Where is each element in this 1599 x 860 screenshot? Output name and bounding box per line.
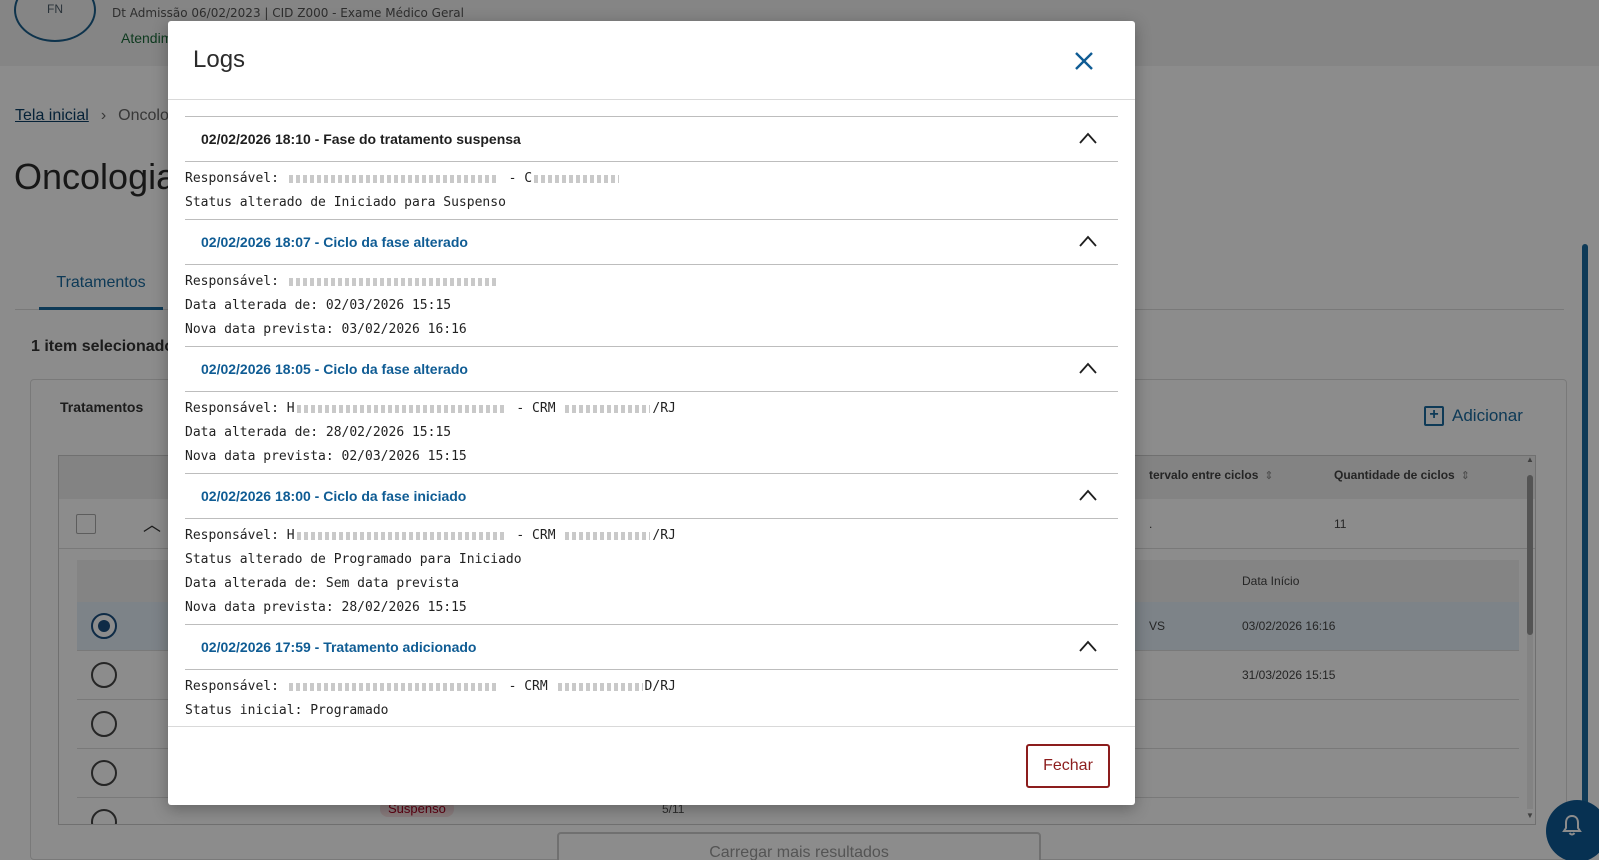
redacted-text bbox=[296, 531, 507, 540]
chevron-up-icon[interactable] bbox=[1078, 639, 1098, 653]
log-line: Status alterado de Iniciado para Suspens… bbox=[185, 195, 506, 210]
redacted-text bbox=[565, 404, 651, 413]
log-line: Status alterado de Programado para Inici… bbox=[185, 552, 522, 567]
dialog-body[interactable]: 02/02/2026 18:10 - Fase do tratamento su… bbox=[168, 101, 1135, 725]
log-entry-title: 02/02/2026 18:10 - Fase do tratamento su… bbox=[201, 131, 521, 147]
chevron-up-icon[interactable] bbox=[1078, 361, 1098, 375]
redacted-text bbox=[557, 682, 643, 691]
log-line: Data alterada de: 28/02/2026 15:15 bbox=[185, 425, 452, 440]
log-entry: 02/02/2026 17:59 - Tratamento adicionado… bbox=[185, 624, 1118, 725]
log-entry: 02/02/2026 18:05 - Ciclo da fase alterad… bbox=[185, 346, 1118, 473]
dialog-title: Logs bbox=[193, 46, 246, 73]
log-entry-title: 02/02/2026 18:00 - Ciclo da fase iniciad… bbox=[201, 488, 467, 504]
log-line: Nova data prevista: 03/02/2026 16:16 bbox=[185, 322, 467, 337]
log-entry-details: Responsável: Data alterada de: 02/03/202… bbox=[185, 265, 1118, 346]
log-entry-details: Responsável: - CRM D/RJ Status inicial: P… bbox=[185, 670, 1118, 725]
log-list: 02/02/2026 18:10 - Fase do tratamento su… bbox=[185, 116, 1118, 725]
log-line: Nova data prevista: 02/03/2026 15:15 bbox=[185, 449, 467, 464]
log-line: Data alterada de: 02/03/2026 15:15 bbox=[185, 298, 452, 313]
log-entry: 02/02/2026 18:07 - Ciclo da fase alterad… bbox=[185, 219, 1118, 346]
log-entry: 02/02/2026 18:00 - Ciclo da fase iniciad… bbox=[185, 473, 1118, 624]
log-entry-header[interactable]: 02/02/2026 18:05 - Ciclo da fase alterad… bbox=[185, 347, 1118, 392]
log-line: Responsável: H - CRM /RJ bbox=[185, 528, 676, 543]
log-line: Status inicial: Programado bbox=[185, 703, 389, 718]
log-entry-title: 02/02/2026 17:59 - Tratamento adicionado bbox=[201, 639, 477, 655]
log-line: Data alterada de: Sem data prevista bbox=[185, 576, 459, 591]
redacted-text bbox=[288, 682, 499, 691]
log-entry-details: Responsável: H - CRM /RJ Data alterada de… bbox=[185, 392, 1118, 473]
chevron-up-icon[interactable] bbox=[1078, 131, 1098, 145]
redacted-text bbox=[296, 404, 507, 413]
log-entry-details: Responsável: - C Status alterado de Inici… bbox=[185, 162, 1118, 219]
log-entry-details: Responsável: H - CRM /RJ Status alterado … bbox=[185, 519, 1118, 624]
logs-dialog: Logs 02/02/2026 18:10 - Fase do tratamen… bbox=[168, 21, 1135, 805]
log-entry-header[interactable]: 02/02/2026 18:00 - Ciclo da fase iniciad… bbox=[185, 474, 1118, 519]
redacted-text bbox=[565, 531, 651, 540]
log-entry-header[interactable]: 02/02/2026 17:59 - Tratamento adicionado bbox=[185, 625, 1118, 670]
log-entry-header[interactable]: 02/02/2026 18:10 - Fase do tratamento su… bbox=[185, 117, 1118, 162]
close-icon bbox=[1075, 52, 1093, 70]
chevron-up-icon[interactable] bbox=[1078, 488, 1098, 502]
redacted-text bbox=[288, 174, 499, 183]
close-button[interactable] bbox=[1066, 43, 1102, 79]
log-line: Responsável: - CRM D/RJ bbox=[185, 679, 676, 694]
redacted-text bbox=[534, 174, 620, 183]
chevron-up-icon[interactable] bbox=[1078, 234, 1098, 248]
log-entry-title: 02/02/2026 18:05 - Ciclo da fase alterad… bbox=[201, 361, 468, 377]
log-line: Data inicial: Sem data prevista bbox=[185, 723, 1118, 725]
log-line: Responsável: - C bbox=[185, 167, 1118, 191]
log-line: Responsável: H - CRM /RJ bbox=[185, 401, 676, 416]
log-entry-header[interactable]: 02/02/2026 18:07 - Ciclo da fase alterad… bbox=[185, 220, 1118, 265]
redacted-text bbox=[288, 277, 499, 286]
log-entry-title: 02/02/2026 18:07 - Ciclo da fase alterad… bbox=[201, 234, 468, 250]
log-entry: 02/02/2026 18:10 - Fase do tratamento su… bbox=[185, 116, 1118, 219]
log-line: Responsável: bbox=[185, 270, 1118, 294]
close-dialog-button[interactable]: Fechar bbox=[1026, 744, 1110, 788]
dialog-footer: Fechar bbox=[168, 726, 1135, 805]
dialog-header: Logs bbox=[168, 21, 1135, 100]
log-line: Nova data prevista: 28/02/2026 15:15 bbox=[185, 600, 467, 615]
